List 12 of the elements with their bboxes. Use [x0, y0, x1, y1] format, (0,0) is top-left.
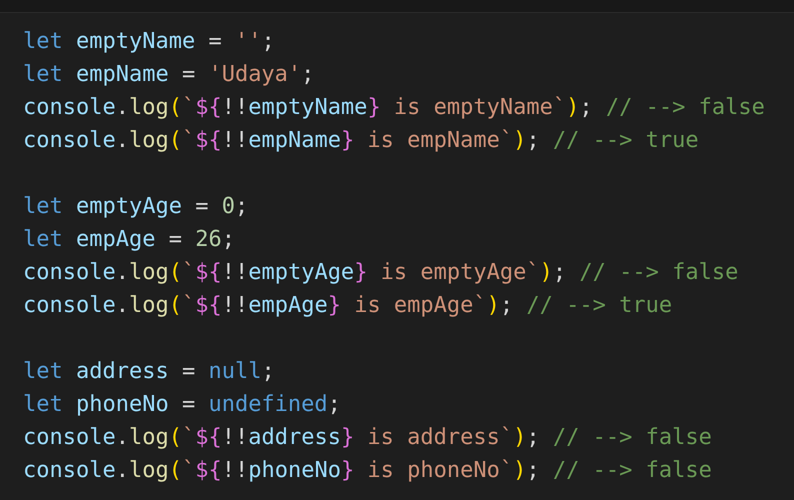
- code-line: console.log(`${!!empName} is empName`); // --> true: [23, 127, 699, 155]
- code-line: console.log(`${!!emptyName} is emptyName`); // --> false: [23, 94, 765, 122]
- code-line: let empAge = 26;: [23, 226, 235, 254]
- code-line: console.log(`${!!emptyAge} is emptyAge`); // --> false: [23, 259, 738, 287]
- code-line: let emptyName = '';: [23, 28, 275, 56]
- code-line: let emptyAge = 0;: [23, 193, 248, 221]
- code-line: let address = null;: [23, 358, 275, 386]
- code-line: console.log(`${!!empAge} is empAge`); // --> true: [23, 292, 672, 320]
- code-line: let empName = 'Udaya';: [23, 61, 314, 89]
- code-line: let phoneNo = undefined;: [23, 391, 341, 419]
- code-line: console.log(`${!!address} is address`); // --> false: [23, 424, 712, 452]
- code-line: console.log(`${!!phoneNo} is phoneNo`); // --> false: [23, 457, 712, 485]
